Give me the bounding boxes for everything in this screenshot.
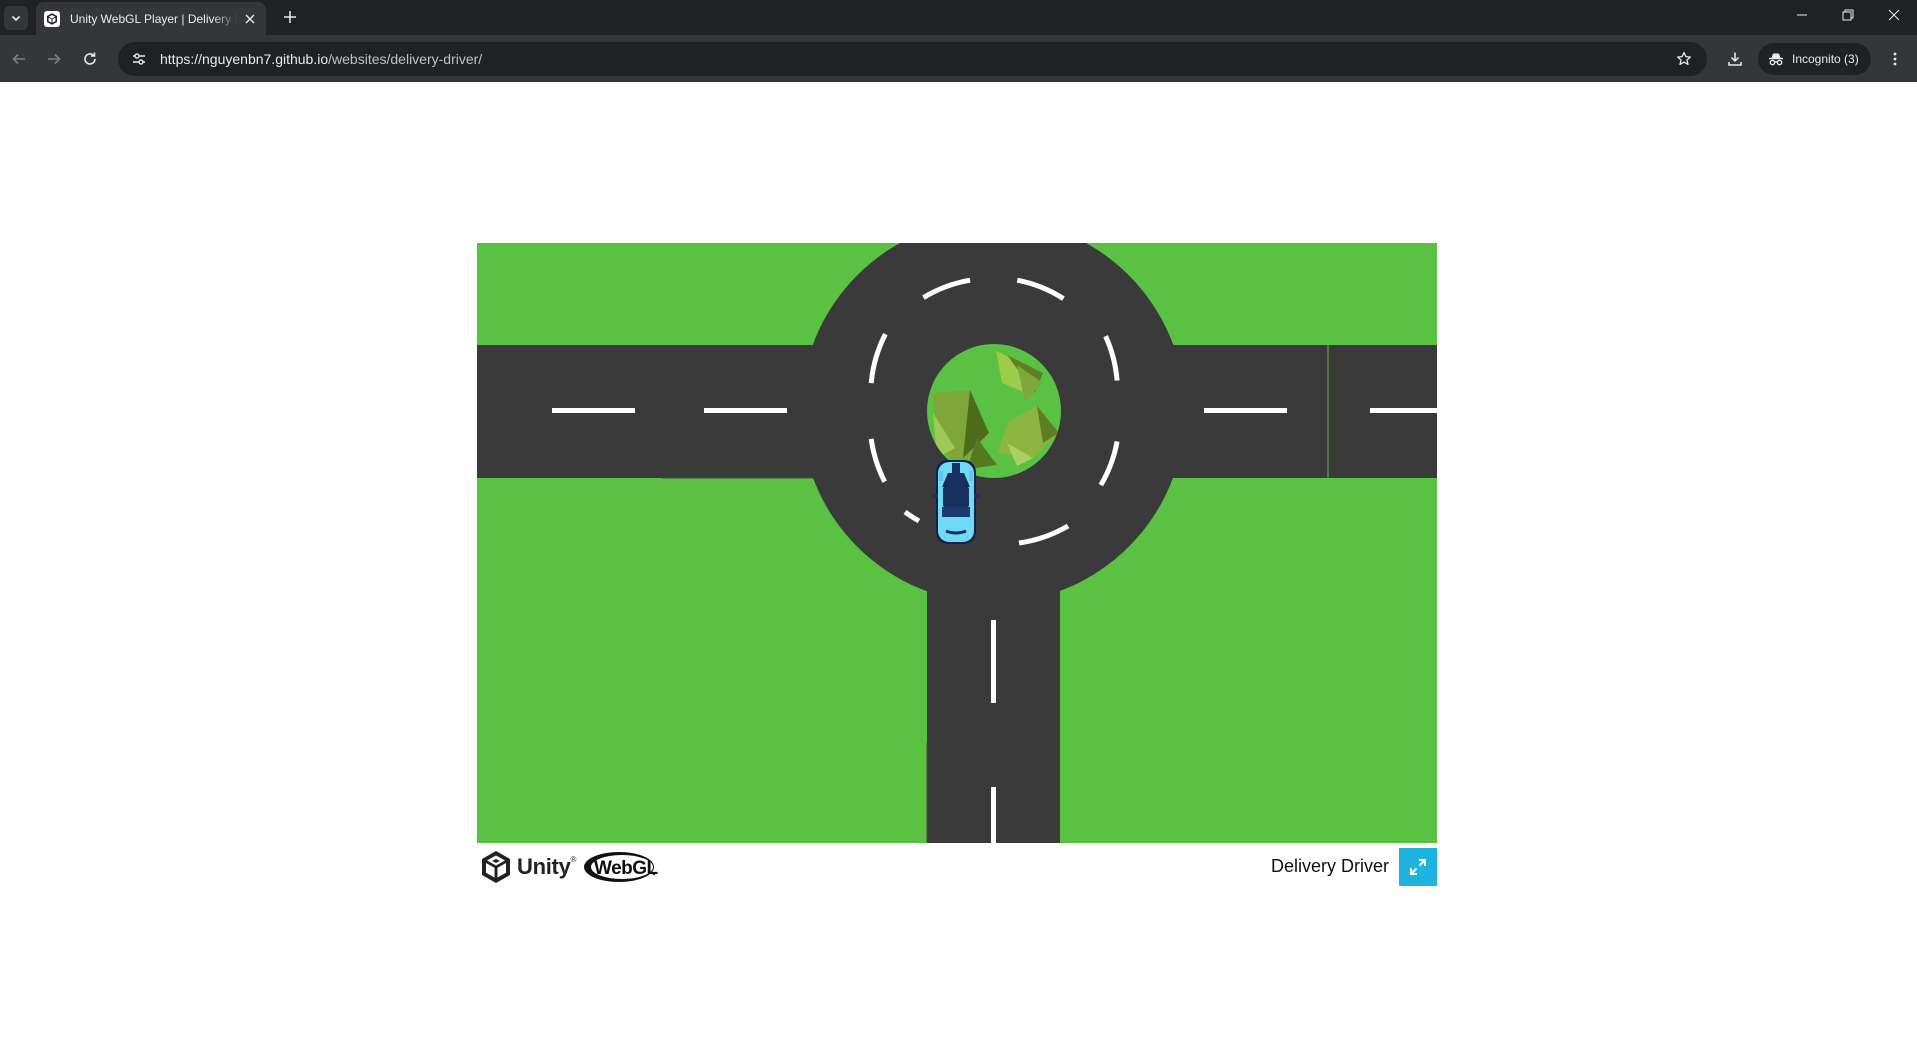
minimize-button[interactable] <box>1779 0 1825 30</box>
tab-title: Unity WebGL Player | Delivery Driver <box>70 11 238 26</box>
unity-game-canvas[interactable] <box>477 243 1437 843</box>
delivery-car <box>933 460 979 544</box>
reload-icon <box>84 52 96 65</box>
forward-button[interactable] <box>41 46 67 72</box>
browser-menu-button[interactable] <box>1883 47 1907 71</box>
downloads-button[interactable] <box>1723 47 1747 71</box>
arrow-left-icon <box>12 53 25 65</box>
address-bar[interactable]: https://nguyenbn7.github.io/websites/del… <box>118 42 1707 76</box>
webgl-logo-graphic: WebGL <box>584 852 659 882</box>
url-path: /websites/delivery-driver/ <box>328 51 483 67</box>
plus-icon <box>284 11 296 23</box>
close-icon <box>1888 9 1900 21</box>
close-icon <box>245 14 255 23</box>
unity-footer: Unity ® WebGL Delivery Driver <box>477 843 1437 888</box>
site-info-button[interactable] <box>125 45 153 73</box>
window-controls <box>1779 0 1917 30</box>
browser-tab-active[interactable]: Unity WebGL Player | Delivery Driver <box>36 2 266 35</box>
webgl-logo: WebGL <box>583 850 659 889</box>
incognito-icon <box>1769 53 1783 66</box>
close-window-button[interactable] <box>1871 0 1917 30</box>
browser-toolbar: https://nguyenbn7.github.io/websites/del… <box>0 35 1917 82</box>
restore-button[interactable] <box>1825 0 1871 30</box>
fullscreen-button[interactable] <box>1399 848 1437 886</box>
arrow-right-icon <box>48 53 61 65</box>
tune-icon <box>133 53 145 65</box>
webgl-wordmark: WebGL <box>594 858 659 879</box>
incognito-label: Incognito (3) <box>1792 52 1859 66</box>
unity-icon <box>482 851 510 883</box>
back-button[interactable] <box>6 46 32 72</box>
build-title: Delivery Driver <box>1270 856 1389 876</box>
center-island <box>927 344 1061 478</box>
tab-strip: Unity WebGL Player | Delivery Driver <box>0 0 1917 35</box>
chevron-down-icon <box>11 15 21 21</box>
new-tab-button[interactable] <box>280 7 300 27</box>
unity-logo: Unity ® <box>481 850 576 884</box>
reload-button[interactable] <box>77 46 103 72</box>
tab-search-button[interactable] <box>4 5 28 30</box>
kebab-menu-icon <box>1893 52 1897 66</box>
game-scene <box>477 243 1437 843</box>
unity-icon <box>44 10 60 27</box>
url-text[interactable]: https://nguyenbn7.github.io/websites/del… <box>160 51 482 67</box>
fullscreen-icon <box>1410 859 1426 875</box>
close-tab-button[interactable] <box>242 11 258 27</box>
restore-icon <box>1842 9 1854 21</box>
unity-wordmark: Unity <box>517 854 571 879</box>
url-host: https://nguyenbn7.github.io <box>160 51 329 67</box>
minimize-icon <box>1797 14 1807 16</box>
star-icon <box>1677 51 1691 66</box>
bookmark-button[interactable] <box>1673 48 1695 70</box>
download-icon <box>1728 52 1742 66</box>
unity-trademark: ® <box>570 854 577 864</box>
incognito-profile-button[interactable]: Incognito (3) <box>1758 43 1871 75</box>
